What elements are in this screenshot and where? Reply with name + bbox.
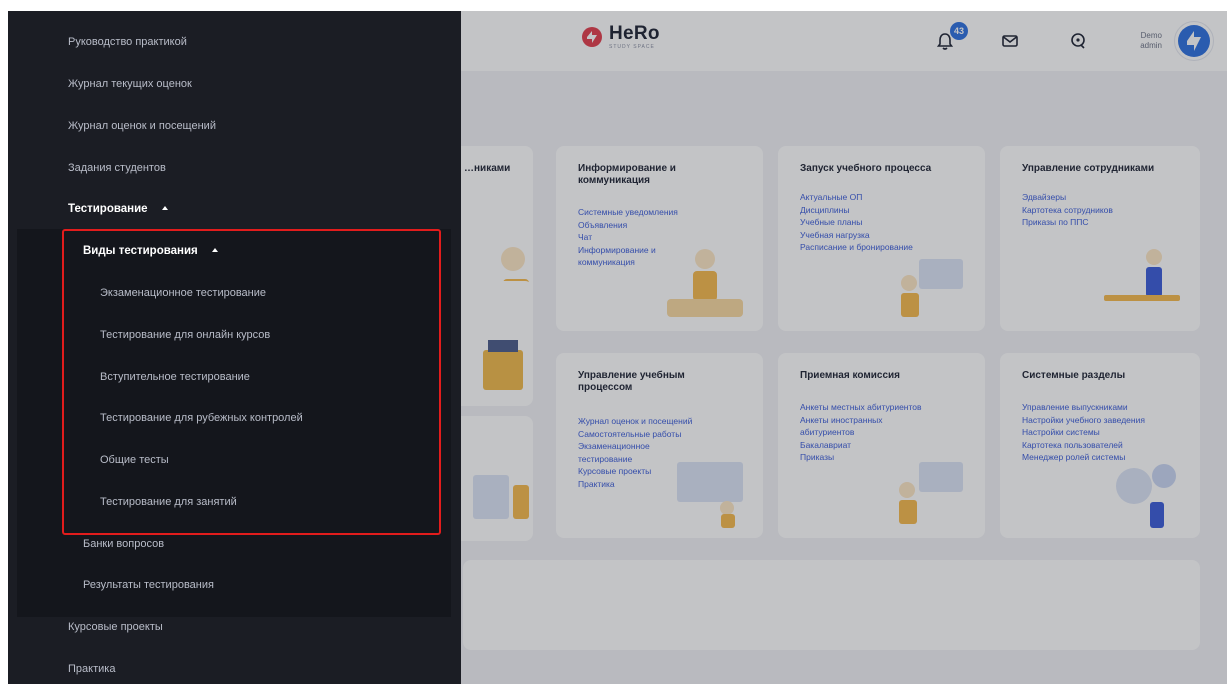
side-menu: Руководство практикой Журнал текущих оце… [8,11,461,684]
menu-item-practice[interactable]: Практика [68,663,115,675]
menu-item-question-banks[interactable]: Банки вопросов [83,538,164,550]
highlight-frame [62,229,441,535]
menu-item-course-projects[interactable]: Курсовые проекты [68,621,163,633]
menu-item-practice-management[interactable]: Руководство практикой [68,36,187,48]
menu-item-grades-attendance[interactable]: Журнал оценок и посещений [68,120,216,132]
chevron-up-icon [161,205,168,210]
menu-item-current-grades[interactable]: Журнал текущих оценок [68,78,192,90]
menu-item-testing-label: Тестирование [68,203,148,215]
menu-item-testing[interactable]: Тестирование [68,203,168,215]
menu-item-student-tasks[interactable]: Задания студентов [68,162,166,174]
menu-item-test-results[interactable]: Результаты тестирования [83,579,214,591]
